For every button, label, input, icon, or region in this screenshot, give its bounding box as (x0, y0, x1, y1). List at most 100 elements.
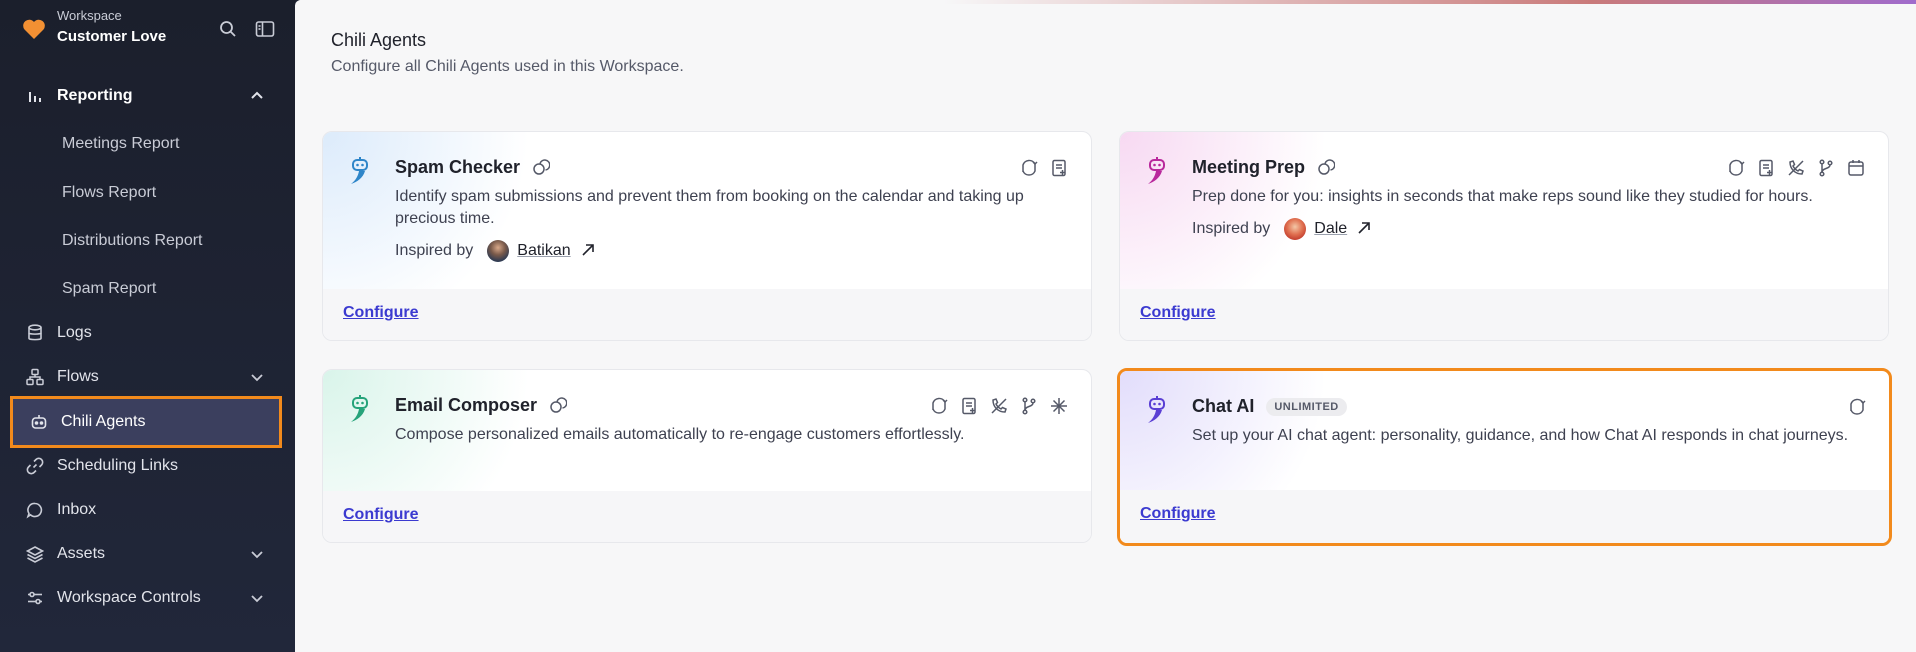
layers-icon (25, 544, 45, 564)
chevron-down-icon (249, 369, 265, 385)
sidebar-item-label: Logs (57, 324, 92, 341)
workspace-switcher[interactable]: Workspace Customer Love (20, 8, 280, 48)
sparkle-icon[interactable] (1049, 396, 1069, 416)
card-title-text: Meeting Prep (1192, 157, 1306, 177)
refresh-icon[interactable] (929, 396, 949, 416)
agent-card-meeting-prep: Meeting Prep Prep done for you: insights… (1119, 131, 1889, 341)
card-description: Prep done for you: insights in seconds t… (1192, 188, 1813, 205)
chili-bot-icon (347, 394, 373, 422)
database-icon (25, 323, 45, 343)
card-title-text: Chat AI (1192, 396, 1255, 416)
external-arrow-icon[interactable] (581, 243, 597, 259)
card-tools (1019, 158, 1069, 178)
workspace-label: Workspace (57, 8, 122, 23)
sidebar-item-label: Inbox (57, 501, 97, 518)
chili-bot-icon (347, 156, 373, 184)
chevron-down-icon (249, 590, 265, 606)
card-footer: Configure (323, 491, 1091, 542)
card-title: Email Composer (395, 395, 568, 416)
card-footer: Configure (323, 289, 1091, 340)
sidebar-item-logs[interactable]: Logs (10, 313, 280, 353)
unlimited-badge: UNLIMITED (1266, 397, 1347, 416)
copy-icon[interactable] (549, 396, 568, 415)
sliders-icon (25, 588, 45, 608)
card-description: Compose personalized emails automaticall… (395, 426, 965, 443)
card-footer: Configure (1120, 490, 1889, 543)
chili-bot-icon (1144, 395, 1170, 423)
bot-icon (29, 412, 49, 432)
refresh-icon[interactable] (1726, 158, 1746, 178)
sidebar-item-label: Scheduling Links (57, 457, 178, 474)
external-arrow-icon[interactable] (1357, 221, 1373, 237)
inspired-by-link[interactable]: Dale (1314, 220, 1347, 238)
sidebar-item-label: Reporting (57, 87, 133, 104)
calendar-icon[interactable] (1846, 158, 1866, 178)
card-tools (1726, 158, 1866, 178)
configure-link[interactable]: Configure (1140, 304, 1216, 322)
sidebar-item-label: Flows (57, 368, 99, 385)
sidebar-item-label: Workspace Controls (57, 589, 201, 606)
chat-bubble-icon (25, 500, 45, 520)
sidebar-item-scheduling-links[interactable]: Scheduling Links (10, 446, 280, 486)
avatar (487, 240, 510, 262)
page-subtitle: Configure all Chili Agents used in this … (331, 58, 684, 75)
configure-link[interactable]: Configure (1140, 505, 1216, 523)
sidebar-item-workspace-controls[interactable]: Workspace Controls (10, 578, 280, 618)
agent-card-chat-ai: Chat AI UNLIMITED Set up your AI chat ag… (1117, 368, 1892, 546)
sidebar-item-label: Chili Agents (61, 413, 146, 430)
heart-logo-icon (22, 18, 46, 40)
sidebar-item-assets[interactable]: Assets (10, 534, 280, 574)
sidebar-item-spam-report[interactable]: Spam Report (62, 273, 156, 305)
inspired-label: Inspired by (395, 242, 474, 259)
sidebar-item-distributions-report[interactable]: Distributions Report (62, 225, 203, 257)
sidebar-item-reporting[interactable]: Reporting (10, 76, 280, 116)
sidebar-item-inbox[interactable]: Inbox (10, 490, 280, 530)
inspired-by: Inspired by Dale (1192, 218, 1373, 240)
card-tools (929, 396, 1069, 416)
bar-chart-icon (25, 86, 45, 106)
chili-bot-icon (1144, 156, 1170, 184)
flow-icon (25, 367, 45, 387)
document-icon[interactable] (1049, 158, 1069, 178)
sidebar-item-meetings-report[interactable]: Meetings Report (62, 128, 179, 160)
card-title: Chat AI UNLIMITED (1192, 396, 1347, 417)
chevron-down-icon (249, 546, 265, 562)
document-icon[interactable] (1756, 158, 1776, 178)
card-tools (1847, 397, 1867, 417)
agent-card-spam-checker: Spam Checker Identify spam submissions a… (322, 131, 1092, 341)
phone-off-icon[interactable] (989, 396, 1009, 416)
top-accent-bar (295, 0, 1916, 4)
card-title: Spam Checker (395, 157, 551, 178)
sidebar: Workspace Customer Love Reporting Meetin… (0, 0, 295, 652)
link-icon (25, 456, 45, 476)
card-footer: Configure (1120, 289, 1888, 340)
card-title-text: Spam Checker (395, 157, 521, 177)
inspired-label: Inspired by (1192, 220, 1271, 237)
sidebar-item-label: Assets (57, 545, 106, 562)
configure-link[interactable]: Configure (343, 506, 419, 524)
card-description: Identify spam submissions and prevent th… (395, 188, 1024, 227)
card-description: Set up your AI chat agent: personality, … (1192, 427, 1849, 444)
branch-icon[interactable] (1019, 396, 1039, 416)
copy-icon[interactable] (1317, 158, 1336, 177)
phone-off-icon[interactable] (1786, 158, 1806, 178)
sidebar-item-flows[interactable]: Flows (10, 357, 280, 397)
document-icon[interactable] (959, 396, 979, 416)
card-title: Meeting Prep (1192, 157, 1336, 178)
chevron-up-icon (249, 88, 265, 104)
configure-link[interactable]: Configure (343, 304, 419, 322)
sidebar-item-chili-agents[interactable]: Chili Agents (10, 396, 282, 448)
inspired-by: Inspired by Batikan (395, 240, 597, 262)
inspired-by-link[interactable]: Batikan (517, 242, 570, 260)
page-title: Chili Agents (331, 30, 427, 50)
sidebar-item-flows-report[interactable]: Flows Report (62, 177, 156, 209)
refresh-icon[interactable] (1847, 397, 1867, 417)
branch-icon[interactable] (1816, 158, 1836, 178)
copy-icon[interactable] (532, 158, 551, 177)
avatar (1284, 218, 1307, 240)
sidebar-toggle-icon[interactable] (255, 20, 275, 40)
refresh-icon[interactable] (1019, 158, 1039, 178)
workspace-name: Customer Love (57, 28, 167, 45)
card-title-text: Email Composer (395, 395, 538, 415)
search-icon[interactable] (219, 20, 239, 40)
